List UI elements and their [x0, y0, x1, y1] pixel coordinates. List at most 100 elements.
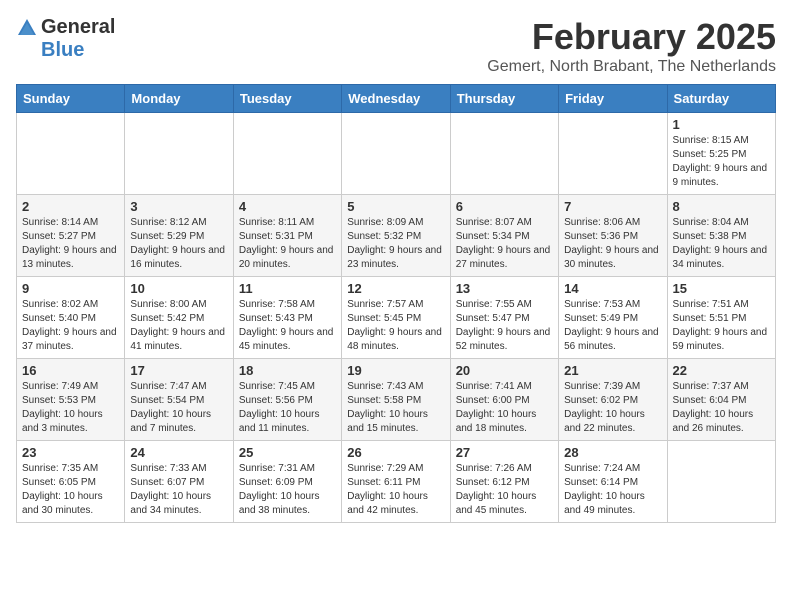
- calendar-cell: 8 Sunrise: 8:04 AM Sunset: 5:38 PM Daylig…: [667, 195, 775, 277]
- calendar-cell: 22 Sunrise: 7:37 AM Sunset: 6:04 PM Dayli…: [667, 359, 775, 441]
- day-number: 6: [456, 199, 553, 214]
- day-info: Sunrise: 7:53 AM Sunset: 5:49 PM Dayligh…: [564, 298, 661, 354]
- calendar-cell: 17 Sunrise: 7:47 AM Sunset: 5:54 PM Dayli…: [125, 359, 233, 441]
- day-info: Sunrise: 8:07 AM Sunset: 5:34 PM Dayligh…: [456, 216, 553, 272]
- day-info: Sunrise: 8:12 AM Sunset: 5:29 PM Dayligh…: [130, 216, 227, 272]
- calendar-cell: 1Sunrise: 8:15 AM Sunset: 5:25 PM Daylig…: [667, 113, 775, 195]
- week-row-2: 2Sunrise: 8:14 AM Sunset: 5:27 PM Daylig…: [17, 195, 776, 277]
- week-row-4: 16 Sunrise: 7:49 AM Sunset: 5:53 PM Dayli…: [17, 359, 776, 441]
- day-number: 10: [130, 281, 227, 296]
- day-number: 12: [347, 281, 444, 296]
- day-info: Sunrise: 8:15 AM Sunset: 5:25 PM Dayligh…: [673, 134, 770, 190]
- title-section: February 2025 Gemert, North Brabant, The…: [487, 16, 776, 76]
- calendar-cell: 5 Sunrise: 8:09 AM Sunset: 5:32 PM Daylig…: [342, 195, 450, 277]
- day-number: 18: [239, 363, 336, 378]
- day-info: Sunrise: 7:51 AM Sunset: 5:51 PM Dayligh…: [673, 298, 770, 354]
- day-number: 13: [456, 281, 553, 296]
- logo-general: General: [41, 16, 115, 39]
- day-number: 7: [564, 199, 661, 214]
- calendar-cell: 23 Sunrise: 7:35 AM Sunset: 6:05 PM Dayli…: [17, 441, 125, 523]
- day-number: 26: [347, 445, 444, 460]
- calendar-cell: [559, 113, 667, 195]
- day-info: Sunrise: 7:26 AM Sunset: 6:12 PM Dayligh…: [456, 462, 553, 518]
- weekday-monday: Monday: [125, 85, 233, 113]
- day-number: 16: [22, 363, 119, 378]
- calendar-cell: 28 Sunrise: 7:24 AM Sunset: 6:14 PM Dayli…: [559, 441, 667, 523]
- calendar-cell: 19 Sunrise: 7:43 AM Sunset: 5:58 PM Dayli…: [342, 359, 450, 441]
- location: Gemert, North Brabant, The Netherlands: [487, 58, 776, 76]
- calendar-cell: 9Sunrise: 8:02 AM Sunset: 5:40 PM Daylig…: [17, 277, 125, 359]
- day-info: Sunrise: 7:49 AM Sunset: 5:53 PM Dayligh…: [22, 380, 119, 436]
- day-info: Sunrise: 7:35 AM Sunset: 6:05 PM Dayligh…: [22, 462, 119, 518]
- calendar-cell: 2Sunrise: 8:14 AM Sunset: 5:27 PM Daylig…: [17, 195, 125, 277]
- calendar-cell: 6 Sunrise: 8:07 AM Sunset: 5:34 PM Daylig…: [450, 195, 558, 277]
- day-info: Sunrise: 7:37 AM Sunset: 6:04 PM Dayligh…: [673, 380, 770, 436]
- day-info: Sunrise: 7:31 AM Sunset: 6:09 PM Dayligh…: [239, 462, 336, 518]
- weekday-wednesday: Wednesday: [342, 85, 450, 113]
- weekday-header-row: SundayMondayTuesdayWednesdayThursdayFrid…: [17, 85, 776, 113]
- day-info: Sunrise: 7:24 AM Sunset: 6:14 PM Dayligh…: [564, 462, 661, 518]
- calendar-cell: 24 Sunrise: 7:33 AM Sunset: 6:07 PM Dayli…: [125, 441, 233, 523]
- calendar-cell: [667, 441, 775, 523]
- day-number: 11: [239, 281, 336, 296]
- weekday-sunday: Sunday: [17, 85, 125, 113]
- day-number: 27: [456, 445, 553, 460]
- day-number: 25: [239, 445, 336, 460]
- day-number: 3: [130, 199, 227, 214]
- calendar-cell: 3 Sunrise: 8:12 AM Sunset: 5:29 PM Daylig…: [125, 195, 233, 277]
- calendar-cell: 12 Sunrise: 7:57 AM Sunset: 5:45 PM Dayli…: [342, 277, 450, 359]
- day-number: 8: [673, 199, 770, 214]
- day-number: 5: [347, 199, 444, 214]
- calendar-cell: 20Sunrise: 7:41 AM Sunset: 6:00 PM Dayli…: [450, 359, 558, 441]
- calendar-cell: 11 Sunrise: 7:58 AM Sunset: 5:43 PM Dayli…: [233, 277, 341, 359]
- day-info: Sunrise: 7:43 AM Sunset: 5:58 PM Dayligh…: [347, 380, 444, 436]
- day-info: Sunrise: 8:14 AM Sunset: 5:27 PM Dayligh…: [22, 216, 119, 272]
- day-info: Sunrise: 8:00 AM Sunset: 5:42 PM Dayligh…: [130, 298, 227, 354]
- calendar-cell: 13 Sunrise: 7:55 AM Sunset: 5:47 PM Dayli…: [450, 277, 558, 359]
- day-number: 23: [22, 445, 119, 460]
- week-row-5: 23 Sunrise: 7:35 AM Sunset: 6:05 PM Dayli…: [17, 441, 776, 523]
- calendar-cell: 4Sunrise: 8:11 AM Sunset: 5:31 PM Daylig…: [233, 195, 341, 277]
- day-info: Sunrise: 7:55 AM Sunset: 5:47 PM Dayligh…: [456, 298, 553, 354]
- weekday-tuesday: Tuesday: [233, 85, 341, 113]
- logo-blue: Blue: [41, 39, 84, 62]
- calendar-cell: 25 Sunrise: 7:31 AM Sunset: 6:09 PM Dayli…: [233, 441, 341, 523]
- calendar-cell: 27 Sunrise: 7:26 AM Sunset: 6:12 PM Dayli…: [450, 441, 558, 523]
- day-info: Sunrise: 7:47 AM Sunset: 5:54 PM Dayligh…: [130, 380, 227, 436]
- day-info: Sunrise: 8:09 AM Sunset: 5:32 PM Dayligh…: [347, 216, 444, 272]
- day-number: 20: [456, 363, 553, 378]
- day-info: Sunrise: 7:33 AM Sunset: 6:07 PM Dayligh…: [130, 462, 227, 518]
- week-row-3: 9Sunrise: 8:02 AM Sunset: 5:40 PM Daylig…: [17, 277, 776, 359]
- calendar-cell: 7 Sunrise: 8:06 AM Sunset: 5:36 PM Daylig…: [559, 195, 667, 277]
- weekday-thursday: Thursday: [450, 85, 558, 113]
- calendar-cell: 10 Sunrise: 8:00 AM Sunset: 5:42 PM Dayli…: [125, 277, 233, 359]
- day-number: 9: [22, 281, 119, 296]
- calendar-cell: [125, 113, 233, 195]
- day-info: Sunrise: 7:39 AM Sunset: 6:02 PM Dayligh…: [564, 380, 661, 436]
- day-number: 24: [130, 445, 227, 460]
- logo: General Blue: [16, 16, 115, 62]
- day-number: 19: [347, 363, 444, 378]
- day-info: Sunrise: 7:58 AM Sunset: 5:43 PM Dayligh…: [239, 298, 336, 354]
- calendar-cell: 14 Sunrise: 7:53 AM Sunset: 5:49 PM Dayli…: [559, 277, 667, 359]
- day-number: 17: [130, 363, 227, 378]
- weekday-saturday: Saturday: [667, 85, 775, 113]
- day-info: Sunrise: 7:57 AM Sunset: 5:45 PM Dayligh…: [347, 298, 444, 354]
- calendar-cell: [342, 113, 450, 195]
- day-info: Sunrise: 8:06 AM Sunset: 5:36 PM Dayligh…: [564, 216, 661, 272]
- calendar-cell: 26Sunrise: 7:29 AM Sunset: 6:11 PM Dayli…: [342, 441, 450, 523]
- day-info: Sunrise: 8:04 AM Sunset: 5:38 PM Dayligh…: [673, 216, 770, 272]
- day-number: 15: [673, 281, 770, 296]
- day-number: 14: [564, 281, 661, 296]
- calendar-cell: 21 Sunrise: 7:39 AM Sunset: 6:02 PM Dayli…: [559, 359, 667, 441]
- logo-icon: [16, 17, 38, 39]
- day-number: 4: [239, 199, 336, 214]
- day-number: 22: [673, 363, 770, 378]
- calendar-cell: 18Sunrise: 7:45 AM Sunset: 5:56 PM Dayli…: [233, 359, 341, 441]
- day-number: 28: [564, 445, 661, 460]
- calendar-cell: [450, 113, 558, 195]
- week-row-1: 1Sunrise: 8:15 AM Sunset: 5:25 PM Daylig…: [17, 113, 776, 195]
- calendar-cell: 16 Sunrise: 7:49 AM Sunset: 5:53 PM Dayli…: [17, 359, 125, 441]
- calendar-table: SundayMondayTuesdayWednesdayThursdayFrid…: [16, 84, 776, 523]
- day-number: 21: [564, 363, 661, 378]
